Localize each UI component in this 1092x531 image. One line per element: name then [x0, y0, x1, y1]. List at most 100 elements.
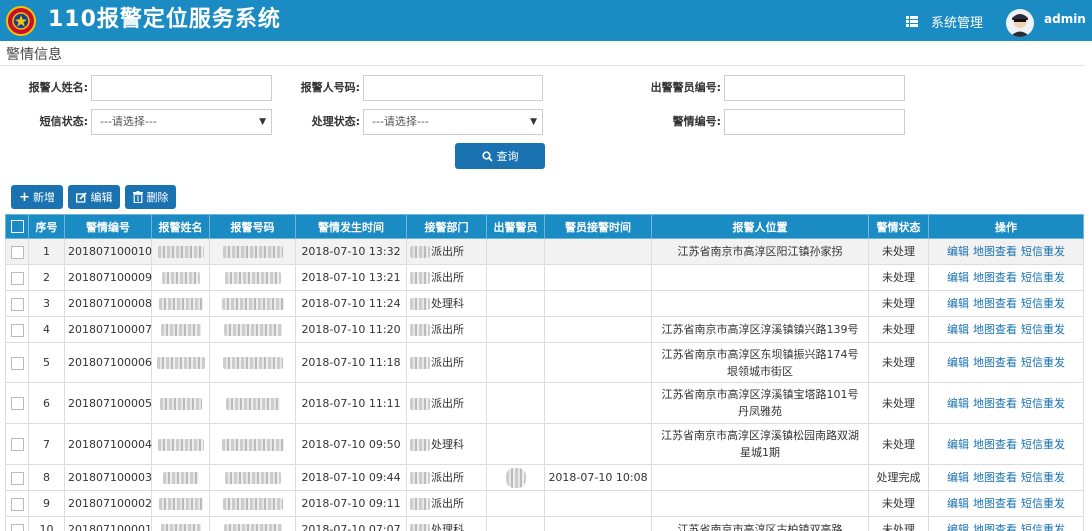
row-map-link[interactable]: 地图查看 — [973, 497, 1017, 510]
incident-status: 未处理 — [868, 290, 929, 317]
row-edit-link[interactable]: 编辑 — [947, 397, 969, 410]
delete-button[interactable]: 删除 — [125, 185, 176, 209]
system-management-menu[interactable]: 系统管理 — [906, 12, 983, 31]
reporter-name-redacted — [151, 238, 210, 265]
table-row[interactable]: 1 201807100010 2018-07-10 13:32 派出所 江苏省南京市高淳… — [5, 238, 1084, 265]
table-row[interactable]: 2 201807100009 2018-07-10 13:21 派出所 未处理 编辑 地图查… — [5, 264, 1084, 291]
row-sms-resend-link[interactable]: 短信重发 — [1021, 397, 1065, 410]
dept-name: 派出所 — [431, 245, 464, 258]
col-header[interactable]: 报警号码 — [209, 214, 296, 239]
row-edit-link[interactable]: 编辑 — [947, 438, 969, 451]
row-map-link[interactable]: 地图查看 — [973, 397, 1017, 410]
receiving-dept: 处理科 — [406, 516, 487, 531]
receiving-dept: 派出所 — [406, 238, 487, 265]
reporter-name-redacted — [151, 423, 210, 465]
table-row[interactable]: 5 201807100006 2018-07-10 11:18 派出所 江苏省南京市高淳… — [5, 342, 1084, 383]
officer-accept-time — [544, 342, 652, 383]
row-map-link[interactable]: 地图查看 — [973, 271, 1017, 284]
col-header[interactable]: 报警姓名 — [151, 214, 210, 239]
row-sms-resend-link[interactable]: 短信重发 — [1021, 245, 1065, 258]
row-edit-link[interactable]: 编辑 — [947, 356, 969, 369]
col-header[interactable]: 警情状态 — [868, 214, 929, 239]
user-name[interactable]: admin — [1044, 12, 1086, 26]
edit-button[interactable]: 编辑 — [68, 185, 120, 209]
row-actions: 编辑 地图查看 短信重发 — [928, 316, 1084, 343]
col-header[interactable]: 出警警员 — [486, 214, 545, 239]
reporter-location: 江苏省南京市高淳区东坝镇振兴路174号 垠领城市街区 — [651, 342, 869, 383]
table-row[interactable]: 3 201807100008 2018-07-10 11:24 处理科 未处理 编辑 地图查… — [5, 290, 1084, 317]
col-header[interactable]: 操作 — [928, 214, 1084, 239]
add-button[interactable]: + 新增 — [11, 185, 63, 209]
table-row[interactable]: 10 201807100001 2018-07-10 07:07 处理科 江苏省南京市高… — [5, 516, 1084, 531]
row-edit-link[interactable]: 编辑 — [947, 245, 969, 258]
incident-no-input[interactable] — [724, 109, 905, 135]
row-edit-link[interactable]: 编辑 — [947, 323, 969, 336]
query-button[interactable]: 查询 — [455, 143, 545, 169]
row-checkbox[interactable] — [5, 264, 29, 291]
row-sms-resend-link[interactable]: 短信重发 — [1021, 471, 1065, 484]
row-checkbox[interactable] — [5, 382, 29, 424]
table-row[interactable]: 6 201807100005 2018-07-10 11:11 派出所 江苏省南京市高淳… — [5, 382, 1084, 424]
receiving-dept: 派出所 — [406, 342, 487, 383]
col-header[interactable]: 报警人位置 — [651, 214, 869, 239]
row-number: 9 — [28, 490, 65, 517]
col-header[interactable]: 序号 — [28, 214, 65, 239]
table-row[interactable]: 4 201807100007 2018-07-10 11:20 派出所 江苏省南京市高淳… — [5, 316, 1084, 343]
row-checkbox[interactable] — [5, 238, 29, 265]
reporter-phone-redacted — [209, 490, 296, 517]
col-header[interactable]: 警员接警时间 — [544, 214, 652, 239]
user-avatar-icon[interactable] — [1006, 9, 1034, 37]
row-map-link[interactable]: 地图查看 — [973, 438, 1017, 451]
row-checkbox[interactable] — [5, 423, 29, 465]
row-map-link[interactable]: 地图查看 — [973, 323, 1017, 336]
row-sms-resend-link[interactable]: 短信重发 — [1021, 271, 1065, 284]
col-header[interactable]: 警情编号 — [64, 214, 152, 239]
row-map-link[interactable]: 地图查看 — [973, 245, 1017, 258]
table-row[interactable]: 9 201807100002 2018-07-10 09:11 派出所 未处理 编辑 地图查… — [5, 490, 1084, 517]
row-edit-link[interactable]: 编辑 — [947, 297, 969, 310]
receiving-dept: 派出所 — [406, 490, 487, 517]
row-checkbox[interactable] — [5, 464, 29, 491]
col-header[interactable]: 接警部门 — [406, 214, 487, 239]
row-number: 8 — [28, 464, 65, 491]
table-row[interactable]: 7 201807100004 2018-07-10 09:50 处理科 江苏省南京市高淳… — [5, 423, 1084, 465]
row-checkbox[interactable] — [5, 290, 29, 317]
row-edit-link[interactable]: 编辑 — [947, 497, 969, 510]
row-map-link[interactable]: 地图查看 — [973, 471, 1017, 484]
row-sms-resend-link[interactable]: 短信重发 — [1021, 497, 1065, 510]
row-edit-link[interactable]: 编辑 — [947, 471, 969, 484]
incident-time: 2018-07-10 11:24 — [295, 290, 407, 317]
officer-accept-time — [544, 423, 652, 465]
reporter-phone-input[interactable] — [363, 75, 543, 101]
row-edit-link[interactable]: 编辑 — [947, 271, 969, 284]
row-sms-resend-link[interactable]: 短信重发 — [1021, 297, 1065, 310]
row-edit-link[interactable]: 编辑 — [947, 523, 969, 531]
table-row[interactable]: 8 201807100003 2018-07-10 09:44 派出所 2018-07-… — [5, 464, 1084, 491]
incident-id: 201807100002 — [64, 490, 152, 517]
row-actions: 编辑 地图查看 短信重发 — [928, 264, 1084, 291]
process-status-select[interactable]: ---请选择--- ▼ — [363, 109, 543, 135]
row-sms-resend-link[interactable]: 短信重发 — [1021, 523, 1065, 531]
row-sms-resend-link[interactable]: 短信重发 — [1021, 438, 1065, 451]
dept-name: 派出所 — [431, 471, 464, 484]
row-checkbox[interactable] — [5, 316, 29, 343]
officer-id-input[interactable] — [724, 75, 905, 101]
row-sms-resend-link[interactable]: 短信重发 — [1021, 323, 1065, 336]
row-map-link[interactable]: 地图查看 — [973, 523, 1017, 531]
row-number: 6 — [28, 382, 65, 424]
select-all-checkbox[interactable] — [5, 214, 29, 239]
row-checkbox[interactable] — [5, 342, 29, 383]
row-checkbox[interactable] — [5, 490, 29, 517]
row-checkbox[interactable] — [5, 516, 29, 531]
row-actions: 编辑 地图查看 短信重发 — [928, 464, 1084, 491]
reporter-phone-redacted — [209, 516, 296, 531]
reporter-phone-redacted — [209, 464, 296, 491]
dropdown-arrow-icon: ▼ — [259, 117, 266, 127]
col-header[interactable]: 警情发生时间 — [295, 214, 407, 239]
reporter-name-input[interactable] — [91, 75, 272, 101]
row-map-link[interactable]: 地图查看 — [973, 356, 1017, 369]
row-sms-resend-link[interactable]: 短信重发 — [1021, 356, 1065, 369]
row-map-link[interactable]: 地图查看 — [973, 297, 1017, 310]
incident-status: 未处理 — [868, 516, 929, 531]
sms-status-select[interactable]: ---请选择--- ▼ — [91, 109, 272, 135]
